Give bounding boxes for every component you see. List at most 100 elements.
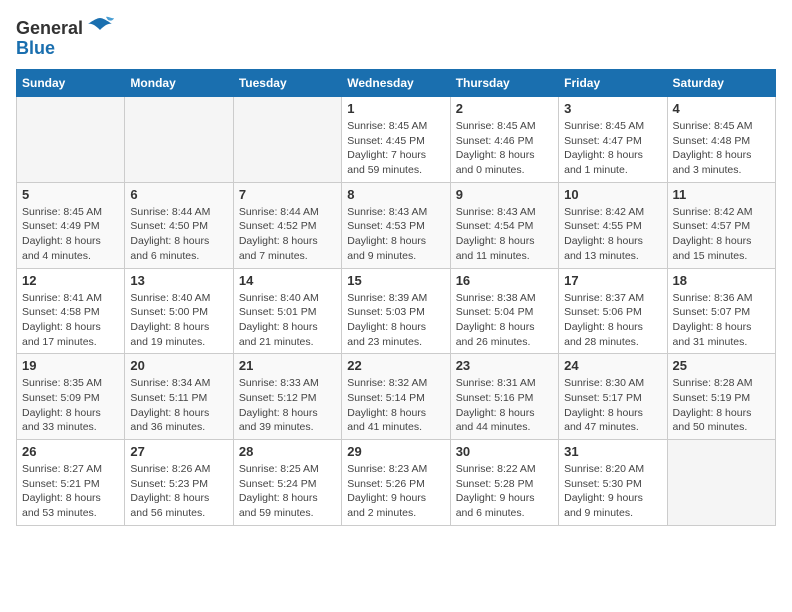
day-number: 2 [456, 101, 553, 116]
calendar-cell [17, 97, 125, 183]
day-number: 4 [673, 101, 770, 116]
weekday-header-tuesday: Tuesday [233, 70, 341, 97]
page-header: General Blue [16, 16, 776, 59]
calendar-cell: 15 Sunrise: 8:39 AM Sunset: 5:03 PM Dayli… [342, 268, 450, 354]
day-number: 10 [564, 187, 661, 202]
day-number: 20 [130, 358, 227, 373]
day-number: 21 [239, 358, 336, 373]
day-info: Sunrise: 8:34 AM Sunset: 5:11 PM Dayligh… [130, 376, 227, 435]
calendar-table: SundayMondayTuesdayWednesdayThursdayFrid… [16, 69, 776, 526]
day-info: Sunrise: 8:32 AM Sunset: 5:14 PM Dayligh… [347, 376, 444, 435]
logo-container: General Blue [16, 16, 114, 59]
calendar-cell: 10 Sunrise: 8:42 AM Sunset: 4:55 PM Dayli… [559, 182, 667, 268]
day-info: Sunrise: 8:38 AM Sunset: 5:04 PM Dayligh… [456, 291, 553, 350]
calendar-cell: 27 Sunrise: 8:26 AM Sunset: 5:23 PM Dayli… [125, 440, 233, 526]
day-info: Sunrise: 8:45 AM Sunset: 4:47 PM Dayligh… [564, 119, 661, 178]
logo-general-text: General [16, 18, 83, 39]
day-number: 24 [564, 358, 661, 373]
day-info: Sunrise: 8:44 AM Sunset: 4:52 PM Dayligh… [239, 205, 336, 264]
calendar-cell: 17 Sunrise: 8:37 AM Sunset: 5:06 PM Dayli… [559, 268, 667, 354]
logo: General Blue [16, 16, 114, 59]
day-number: 16 [456, 273, 553, 288]
day-info: Sunrise: 8:37 AM Sunset: 5:06 PM Dayligh… [564, 291, 661, 350]
calendar-cell [125, 97, 233, 183]
calendar-cell: 1 Sunrise: 8:45 AM Sunset: 4:45 PM Daylig… [342, 97, 450, 183]
day-number: 1 [347, 101, 444, 116]
calendar-cell: 6 Sunrise: 8:44 AM Sunset: 4:50 PM Daylig… [125, 182, 233, 268]
calendar-cell: 22 Sunrise: 8:32 AM Sunset: 5:14 PM Dayli… [342, 354, 450, 440]
day-number: 9 [456, 187, 553, 202]
day-info: Sunrise: 8:45 AM Sunset: 4:49 PM Dayligh… [22, 205, 119, 264]
day-info: Sunrise: 8:42 AM Sunset: 4:57 PM Dayligh… [673, 205, 770, 264]
day-info: Sunrise: 8:33 AM Sunset: 5:12 PM Dayligh… [239, 376, 336, 435]
weekday-header-friday: Friday [559, 70, 667, 97]
day-info: Sunrise: 8:43 AM Sunset: 4:54 PM Dayligh… [456, 205, 553, 264]
day-info: Sunrise: 8:40 AM Sunset: 5:00 PM Dayligh… [130, 291, 227, 350]
day-number: 23 [456, 358, 553, 373]
calendar-cell: 5 Sunrise: 8:45 AM Sunset: 4:49 PM Daylig… [17, 182, 125, 268]
calendar-cell [667, 440, 775, 526]
day-info: Sunrise: 8:42 AM Sunset: 4:55 PM Dayligh… [564, 205, 661, 264]
calendar-cell: 28Sunrise: 8:25 AM Sunset: 5:24 PM Dayli… [233, 440, 341, 526]
calendar-cell: 16 Sunrise: 8:38 AM Sunset: 5:04 PM Dayli… [450, 268, 558, 354]
day-info: Sunrise: 8:44 AM Sunset: 4:50 PM Dayligh… [130, 205, 227, 264]
calendar-cell: 12Sunrise: 8:41 AM Sunset: 4:58 PM Dayli… [17, 268, 125, 354]
day-info: Sunrise: 8:45 AM Sunset: 4:48 PM Dayligh… [673, 119, 770, 178]
weekday-header-monday: Monday [125, 70, 233, 97]
weekday-header-sunday: Sunday [17, 70, 125, 97]
calendar-cell: 18Sunrise: 8:36 AM Sunset: 5:07 PM Dayli… [667, 268, 775, 354]
weekday-header-saturday: Saturday [667, 70, 775, 97]
calendar-cell: 21 Sunrise: 8:33 AM Sunset: 5:12 PM Dayli… [233, 354, 341, 440]
day-number: 13 [130, 273, 227, 288]
day-number: 8 [347, 187, 444, 202]
day-number: 6 [130, 187, 227, 202]
calendar-cell: 24Sunrise: 8:30 AM Sunset: 5:17 PM Dayli… [559, 354, 667, 440]
day-info: Sunrise: 8:41 AM Sunset: 4:58 PM Dayligh… [22, 291, 119, 350]
day-info: Sunrise: 8:40 AM Sunset: 5:01 PM Dayligh… [239, 291, 336, 350]
day-info: Sunrise: 8:28 AM Sunset: 5:19 PM Dayligh… [673, 376, 770, 435]
calendar-cell: 2 Sunrise: 8:45 AM Sunset: 4:46 PM Daylig… [450, 97, 558, 183]
day-number: 30 [456, 444, 553, 459]
calendar-cell: 20 Sunrise: 8:34 AM Sunset: 5:11 PM Dayli… [125, 354, 233, 440]
day-info: Sunrise: 8:25 AM Sunset: 5:24 PM Dayligh… [239, 462, 336, 521]
calendar-cell: 8 Sunrise: 8:43 AM Sunset: 4:53 PM Daylig… [342, 182, 450, 268]
day-number: 27 [130, 444, 227, 459]
calendar-cell: 26Sunrise: 8:27 AM Sunset: 5:21 PM Dayli… [17, 440, 125, 526]
day-info: Sunrise: 8:43 AM Sunset: 4:53 PM Dayligh… [347, 205, 444, 264]
day-number: 19 [22, 358, 119, 373]
day-info: Sunrise: 8:36 AM Sunset: 5:07 PM Dayligh… [673, 291, 770, 350]
day-number: 22 [347, 358, 444, 373]
calendar-cell: 13 Sunrise: 8:40 AM Sunset: 5:00 PM Dayli… [125, 268, 233, 354]
day-info: Sunrise: 8:26 AM Sunset: 5:23 PM Dayligh… [130, 462, 227, 521]
calendar-cell: 29 Sunrise: 8:23 AM Sunset: 5:26 PM Dayli… [342, 440, 450, 526]
day-number: 11 [673, 187, 770, 202]
day-info: Sunrise: 8:31 AM Sunset: 5:16 PM Dayligh… [456, 376, 553, 435]
weekday-header-thursday: Thursday [450, 70, 558, 97]
day-number: 14 [239, 273, 336, 288]
logo-blue-text: Blue [16, 38, 55, 59]
calendar-cell [233, 97, 341, 183]
calendar-cell: 4 Sunrise: 8:45 AM Sunset: 4:48 PM Daylig… [667, 97, 775, 183]
calendar-cell: 23 Sunrise: 8:31 AM Sunset: 5:16 PM Dayli… [450, 354, 558, 440]
day-number: 3 [564, 101, 661, 116]
calendar-cell: 11 Sunrise: 8:42 AM Sunset: 4:57 PM Dayli… [667, 182, 775, 268]
day-number: 15 [347, 273, 444, 288]
calendar-cell: 19Sunrise: 8:35 AM Sunset: 5:09 PM Dayli… [17, 354, 125, 440]
day-number: 31 [564, 444, 661, 459]
calendar-cell: 3 Sunrise: 8:45 AM Sunset: 4:47 PM Daylig… [559, 97, 667, 183]
calendar-cell: 7Sunrise: 8:44 AM Sunset: 4:52 PM Daylig… [233, 182, 341, 268]
day-info: Sunrise: 8:22 AM Sunset: 5:28 PM Dayligh… [456, 462, 553, 521]
day-number: 25 [673, 358, 770, 373]
day-info: Sunrise: 8:39 AM Sunset: 5:03 PM Dayligh… [347, 291, 444, 350]
day-info: Sunrise: 8:23 AM Sunset: 5:26 PM Dayligh… [347, 462, 444, 521]
day-info: Sunrise: 8:45 AM Sunset: 4:46 PM Dayligh… [456, 119, 553, 178]
weekday-header-wednesday: Wednesday [342, 70, 450, 97]
day-number: 29 [347, 444, 444, 459]
day-number: 17 [564, 273, 661, 288]
day-info: Sunrise: 8:45 AM Sunset: 4:45 PM Dayligh… [347, 119, 444, 178]
calendar-cell: 31Sunrise: 8:20 AM Sunset: 5:30 PM Dayli… [559, 440, 667, 526]
day-number: 5 [22, 187, 119, 202]
calendar-cell: 14 Sunrise: 8:40 AM Sunset: 5:01 PM Dayli… [233, 268, 341, 354]
calendar-cell: 25 Sunrise: 8:28 AM Sunset: 5:19 PM Dayli… [667, 354, 775, 440]
calendar-cell: 9 Sunrise: 8:43 AM Sunset: 4:54 PM Daylig… [450, 182, 558, 268]
